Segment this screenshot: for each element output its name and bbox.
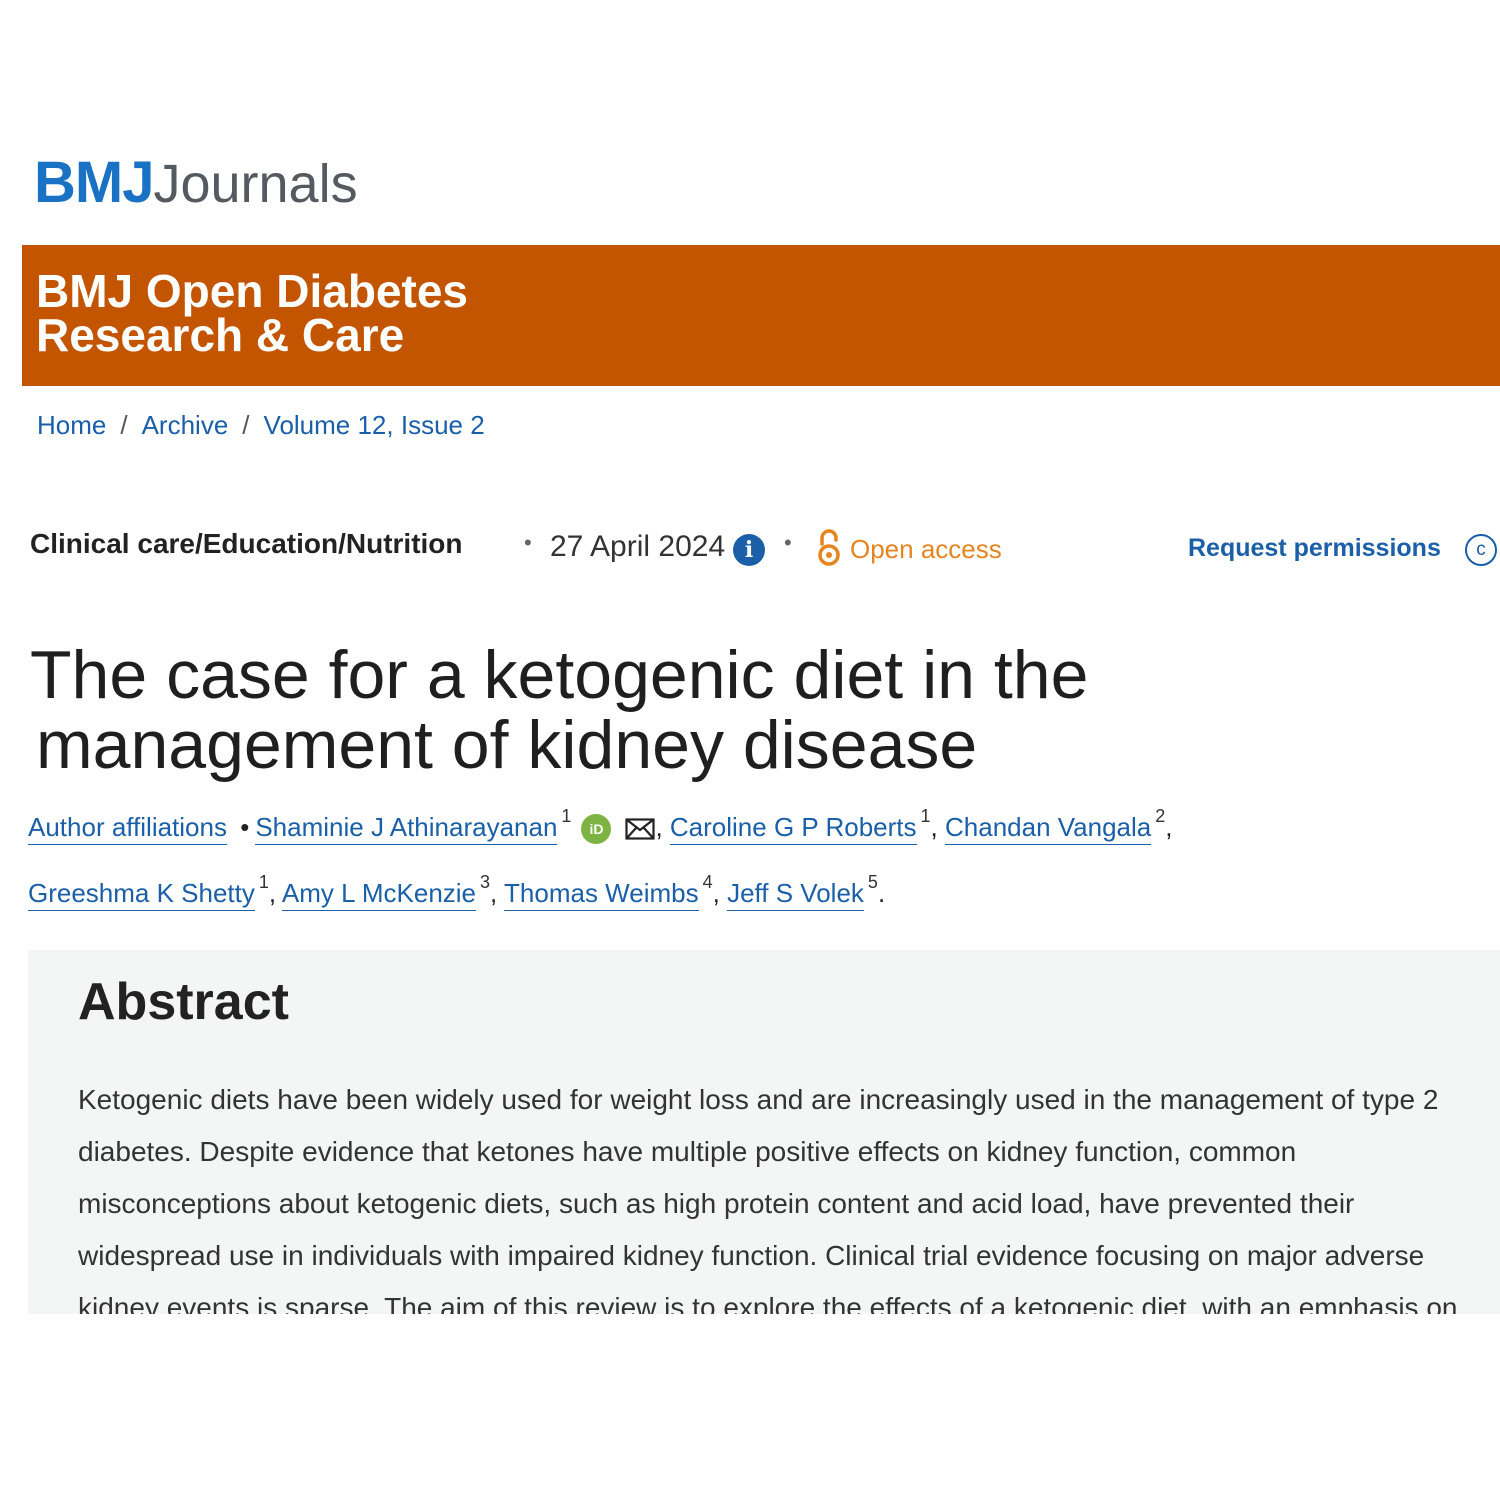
abstract-text: Ketogenic diets have been widely used fo… (78, 1074, 1500, 1314)
article-meta: Clinical care/Education/Nutrition • 27 A… (30, 528, 1500, 572)
abstract-line: widespread use in individuals with impai… (78, 1240, 1425, 1271)
logo-journals: Journals (153, 154, 358, 214)
abstract-line: Ketogenic diets have been widely used fo… (78, 1084, 1439, 1115)
abstract-line: kidney events is sparse. The aim of this… (78, 1292, 1458, 1314)
author-link[interactable]: Greeshma K Shetty (28, 878, 255, 911)
abstract-line: misconceptions about ketogenic diets, su… (78, 1188, 1355, 1219)
meta-separator: • (784, 530, 792, 555)
journal-banner[interactable]: BMJ Open Diabetes Research & Care (22, 245, 1500, 386)
publication-date: 27 April 2024 (550, 530, 726, 563)
affiliation-number: 1 (561, 806, 572, 826)
affiliation-number: 1 (920, 806, 931, 826)
open-access-label: Open access (850, 534, 1002, 564)
abstract-line: diabetes. Despite evidence that ketones … (78, 1136, 1297, 1167)
author-link[interactable]: Caroline G P Roberts (669, 812, 917, 845)
author-link[interactable]: Shaminie J Athinarayanan (255, 812, 558, 845)
breadcrumb-separator: / (120, 410, 128, 440)
article-title: The case for a ketogenic diet in the man… (30, 640, 1088, 780)
affiliation-number: 5 (867, 872, 878, 892)
orcid-icon[interactable]: iD (581, 814, 612, 845)
author-link[interactable]: Amy L McKenzie (281, 878, 477, 911)
author-link[interactable]: Jeff S Volek (727, 878, 864, 911)
article-title-line2: management of kidney disease (36, 707, 978, 783)
bmj-journals-logo[interactable]: BMJJournals (34, 148, 358, 218)
meta-separator: • (524, 530, 532, 555)
affiliation-number: 4 (702, 872, 713, 892)
author-line: Author affiliations • Shaminie J Athinara… (28, 806, 1173, 852)
breadcrumb-separator: / (242, 410, 250, 440)
journal-title-line2: Research & Care (36, 309, 405, 361)
journal-title-line1: BMJ Open Diabetes (36, 265, 468, 317)
info-icon[interactable]: i (733, 534, 765, 566)
copyright-icon[interactable]: c (1465, 534, 1497, 566)
abstract-heading: Abstract (78, 973, 289, 1031)
breadcrumb-archive[interactable]: Archive (142, 410, 229, 440)
request-permissions-link[interactable]: Request permissions (1188, 534, 1441, 563)
open-access-icon (818, 529, 840, 566)
affiliation-number: 1 (258, 872, 269, 892)
author-line: Greeshma K Shetty 1, Amy L McKenzie 3, Tho… (28, 872, 885, 918)
abstract-section: Abstract Ketogenic diets have been widel… (28, 950, 1500, 1314)
author-link[interactable]: Thomas Weimbs (504, 878, 699, 911)
breadcrumb-home[interactable]: Home (37, 410, 106, 440)
breadcrumb-issue[interactable]: Volume 12, Issue 2 (264, 410, 485, 440)
affiliations-bullet: • (240, 812, 250, 842)
article-title-line1: The case for a ketogenic diet in the (30, 637, 1089, 713)
author-affiliations-link[interactable]: Author affiliations (28, 812, 227, 845)
affiliation-number: 2 (1155, 806, 1166, 826)
breadcrumb: Home / Archive / Volume 12, Issue 2 (37, 410, 485, 441)
email-icon[interactable] (625, 818, 656, 840)
author-link[interactable]: Chandan Vangala (945, 812, 1152, 845)
article-section: Clinical care/Education/Nutrition (30, 528, 463, 559)
affiliation-number: 3 (480, 872, 491, 892)
logo-bmj: BMJ (34, 150, 154, 215)
